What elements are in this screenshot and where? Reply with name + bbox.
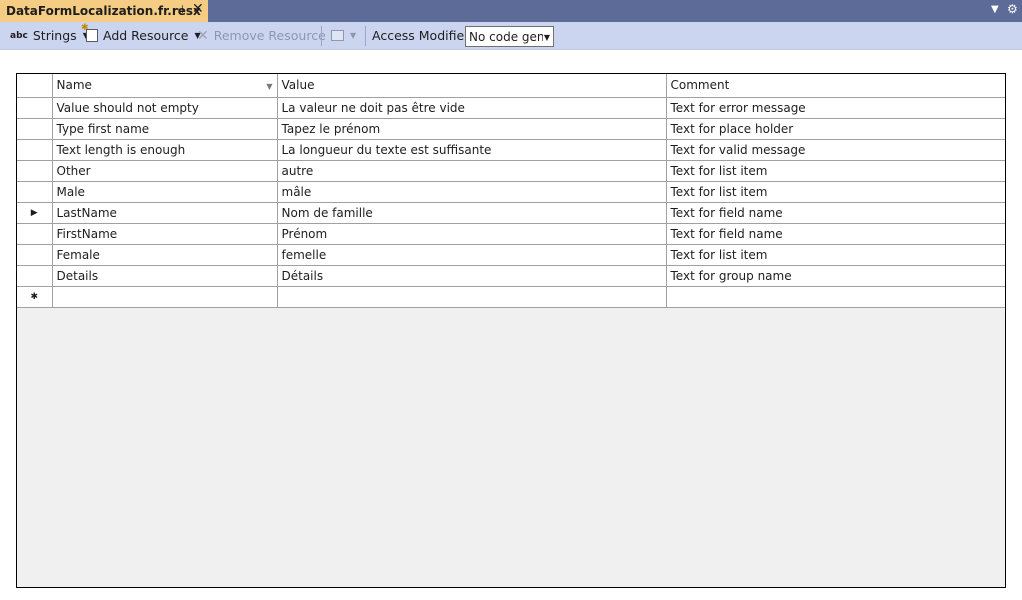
row-header[interactable] [17,180,53,203]
close-icon[interactable]: ✕ [192,1,204,17]
select-all-header[interactable] [17,74,53,98]
abc-strings-icon: abc [10,30,28,41]
name-cell[interactable]: FirstName [51,222,278,245]
document-tab-strip: DataFormLocalization.fr.resx ⊣ ✕ ▼ ⚙ [0,0,1022,22]
chevron-down-icon: ▼ [543,33,550,42]
remove-x-icon: ✕ [197,27,209,44]
sort-descending-icon: ▼ [266,82,273,91]
table-row[interactable]: ▶ LastName Nom de famille Text for field na… [17,201,1005,224]
remove-resource-button[interactable]: ✕ Remove Resource [197,22,326,49]
row-header[interactable] [17,264,53,287]
settings-gear-icon[interactable]: ⚙ [1007,2,1018,16]
comment-cell[interactable]: Text for field name [665,222,1005,245]
table-row[interactable]: Other autre Text for list item [17,159,1005,182]
table-row[interactable]: Type first name Tapez le prénom Text for p… [17,117,1005,140]
document-tab[interactable]: DataFormLocalization.fr.resx ⊣ ✕ [0,0,208,22]
new-row-asterisk-icon: ✱ [30,291,39,302]
row-header[interactable] [17,243,53,266]
row-header[interactable] [17,96,53,119]
comment-cell[interactable]: Text for group name [665,264,1005,287]
comment-cell[interactable]: Text for list item [665,159,1005,182]
table-row[interactable]: Male mâle Text for list item [17,180,1005,203]
name-cell[interactable]: LastName [51,201,278,224]
value-cell[interactable]: La longueur du texte est suffisante [276,138,667,161]
resource-editor-surface: Name ▼ Value Comment Value should not em… [0,50,1022,600]
table-row[interactable]: Text length is enough La longueur du text… [17,138,1005,161]
value-cell[interactable]: Détails [276,264,667,287]
column-header-row: Name ▼ Value Comment [17,74,1005,98]
value-cell[interactable]: Prénom [276,222,667,245]
strings-label: Strings [32,28,77,43]
column-header-value[interactable]: Value [276,74,667,98]
view-grid-icon [331,30,344,41]
resource-editor-toolbar: abc Strings ▼ Add Resource ▼ ✕ Remove Re… [0,22,1022,50]
row-header[interactable] [17,159,53,182]
resource-rows: Value should not empty La valeur ne doit … [17,96,1005,308]
column-header-name[interactable]: Name ▼ [51,74,278,98]
name-cell[interactable]: Text length is enough [51,138,278,161]
comment-cell[interactable]: Text for error message [665,96,1005,119]
table-row[interactable]: Female femelle Text for list item [17,243,1005,266]
comment-cell[interactable]: Text for valid message [665,138,1005,161]
tab-overflow-dropdown-icon[interactable]: ▼ [991,4,999,15]
name-cell[interactable]: Male [51,180,278,203]
comment-cell[interactable]: Text for list item [665,243,1005,266]
toolbar-separator [365,26,366,46]
table-row[interactable]: FirstName Prénom Text for field name [17,222,1005,245]
comment-cell[interactable]: Text for place holder [665,117,1005,140]
comment-cell[interactable]: Text for field name [665,201,1005,224]
new-row-header[interactable]: ✱ [17,285,53,308]
row-header[interactable]: ▶ [17,201,53,224]
column-header-comment[interactable]: Comment [665,74,1005,98]
table-row[interactable]: Details Détails Text for group name [17,264,1005,287]
column-header-name-label: Name [56,78,92,93]
pin-icon[interactable]: ⊣ [174,3,184,16]
value-cell[interactable]: autre [276,159,667,182]
view-dropdown-button[interactable]: ▼ [331,22,356,49]
value-cell[interactable]: femelle [276,243,667,266]
add-resource-label: Add Resource [103,28,189,43]
new-row-cell[interactable] [276,285,667,308]
new-row-cell[interactable] [665,285,1005,308]
table-row[interactable]: Value should not empty La valeur ne doit … [17,96,1005,119]
strings-dropdown-button[interactable]: abc Strings ▼ [10,22,89,49]
comment-cell[interactable]: Text for list item [665,180,1005,203]
chevron-down-icon: ▼ [350,31,357,40]
resource-grid: Name ▼ Value Comment Value should not em… [16,73,1006,588]
current-row-arrow-icon: ▶ [30,207,38,218]
new-row-cell[interactable] [51,285,278,308]
toolbar-separator [321,26,322,46]
new-row[interactable]: ✱ [17,285,1005,308]
document-tab-title: DataFormLocalization.fr.resx [6,4,201,18]
remove-resource-label: Remove Resource [213,28,326,43]
value-cell[interactable]: La valeur ne doit pas être vide [276,96,667,119]
access-modifier-select[interactable]: No code generation ▼ [465,26,554,47]
name-cell[interactable]: Details [51,264,278,287]
value-cell[interactable]: mâle [276,180,667,203]
resource-table: Name ▼ Value Comment Value should not em… [17,74,1005,308]
access-modifier-value: No code generation [469,29,543,44]
add-resource-button[interactable]: Add Resource ▼ [81,22,201,49]
row-header[interactable] [17,138,53,161]
add-resource-icon [81,23,98,42]
access-modifier-text: Access Modifier: [372,28,474,43]
name-cell[interactable]: Value should not empty [51,96,278,119]
row-header[interactable] [17,222,53,245]
access-modifier-label: Access Modifier: [372,22,473,49]
value-cell[interactable]: Tapez le prénom [276,117,667,140]
name-cell[interactable]: Other [51,159,278,182]
name-cell[interactable]: Female [51,243,278,266]
value-cell[interactable]: Nom de famille [276,201,667,224]
name-cell[interactable]: Type first name [51,117,278,140]
row-header[interactable] [17,117,53,140]
